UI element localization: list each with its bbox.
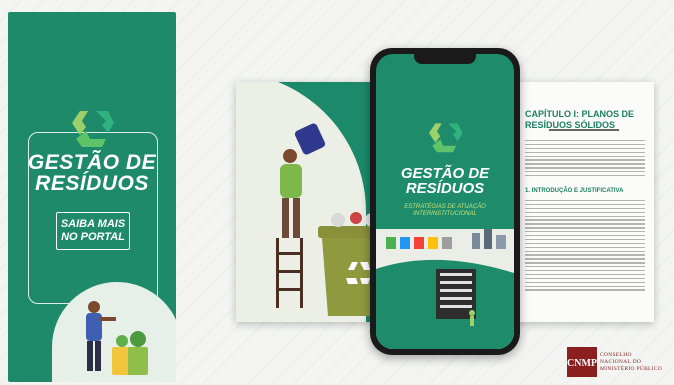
cnmp-monogram: CNMP bbox=[567, 358, 597, 369]
section-heading: 1. INTRODUÇÃO E JUSTIFICATIVA bbox=[525, 188, 624, 194]
saiba-mais-button[interactable]: SAIBA MAIS NO PORTAL bbox=[56, 212, 130, 250]
body-text-block-2 bbox=[525, 200, 645, 293]
left-banner: GESTÃO DE RESÍDUOS SAIBA MAIS NO PORTAL bbox=[8, 12, 176, 382]
cnmp-logo: CNMP bbox=[567, 347, 597, 382]
cta-line2: NO PORTAL bbox=[61, 231, 125, 243]
body-text-block-1 bbox=[525, 140, 645, 179]
cover-subtitle-line2: INTERINSTITUCIONAL bbox=[413, 211, 477, 217]
person-recycling-illustration bbox=[86, 301, 148, 375]
cnmp-name: CONSELHO NACIONAL DO MINISTÉRIO PÚBLICO bbox=[600, 352, 662, 373]
banner-title-line1: GESTÃO DE bbox=[27, 151, 157, 174]
cover-illustration bbox=[376, 229, 514, 349]
cnmp-line1: CONSELHO bbox=[600, 352, 632, 358]
banner-title: GESTÃO DE RESÍDUOS bbox=[8, 152, 176, 194]
recycle-icon bbox=[8, 107, 176, 154]
cover-subtitle-line1: ESTRATÉGIAS DE ATUAÇÃO bbox=[404, 204, 486, 210]
cover-title-line2: RESÍDUOS bbox=[405, 180, 485, 197]
banner-title-line2: RESÍDUOS bbox=[35, 172, 149, 195]
chapter-title: CAPÍTULO I: PLANOS DE RESÍDUOS SÓLIDOS bbox=[525, 109, 634, 131]
chapter-title-line1: CAPÍTULO I: PLANOS DE bbox=[525, 109, 635, 119]
phone-notch bbox=[414, 54, 476, 64]
phone-screen: GESTÃO DE RESÍDUOS ESTRATÉGIAS DE ATUAÇÃ… bbox=[376, 54, 514, 349]
cnmp-line3: MINISTÉRIO PÚBLICO bbox=[600, 366, 663, 372]
cta-line1: SAIBA MAIS bbox=[60, 218, 126, 230]
cover-subtitle: ESTRATÉGIAS DE ATUAÇÃO INTERINSTITUCIONA… bbox=[376, 204, 514, 218]
smartphone-mockup: GESTÃO DE RESÍDUOS ESTRATÉGIAS DE ATUAÇÃ… bbox=[370, 48, 520, 355]
cnmp-line2: NACIONAL DO bbox=[600, 359, 642, 365]
author-line bbox=[549, 129, 619, 131]
recycle-icon bbox=[376, 120, 514, 159]
cover-title-line1: GESTÃO DE bbox=[400, 165, 490, 182]
cover-title: GESTÃO DE RESÍDUOS bbox=[376, 166, 514, 196]
